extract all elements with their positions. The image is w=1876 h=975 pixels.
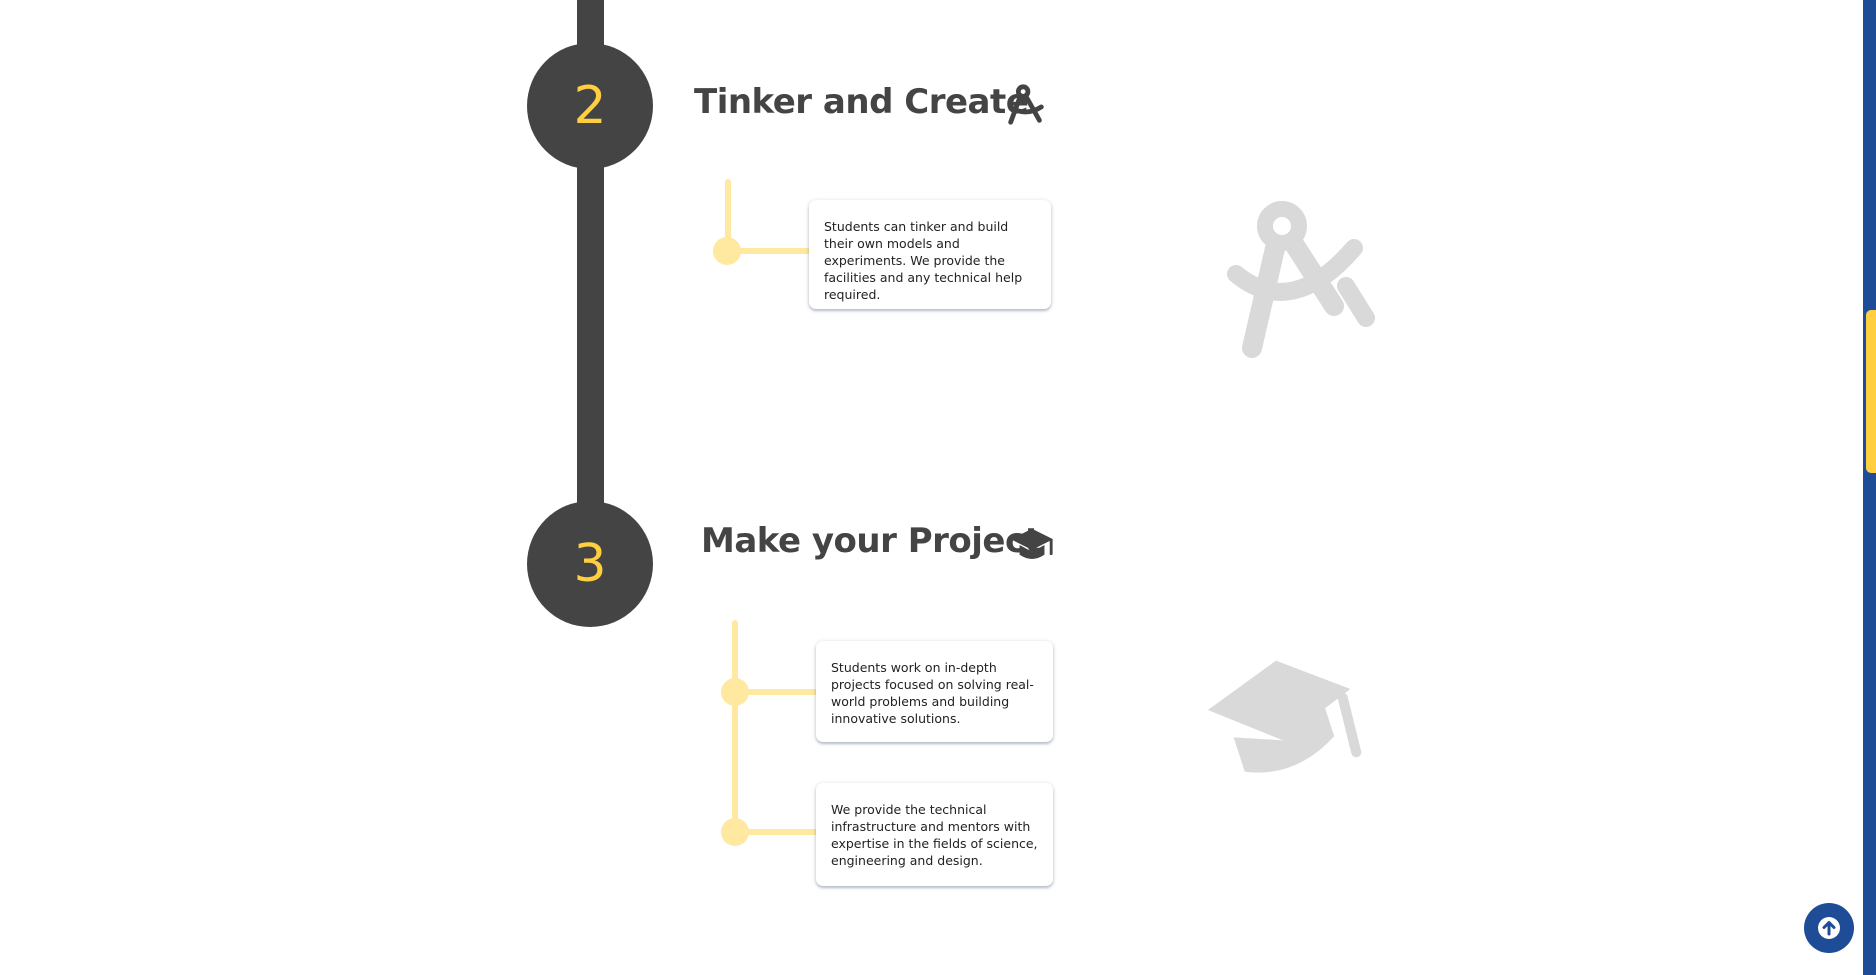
scroll-thumb[interactable] <box>1866 310 1876 473</box>
graduation-cap-icon <box>1009 523 1055 569</box>
step-number-badge: 3 <box>527 501 653 627</box>
branch-node <box>713 237 741 265</box>
branch-node <box>721 818 749 846</box>
branch-connector <box>732 620 738 834</box>
graduation-cap-icon <box>1195 640 1365 790</box>
step-number-badge: 2 <box>527 43 653 169</box>
drafting-compass-icon <box>1003 82 1049 128</box>
page-scroll-track[interactable] <box>1863 0 1876 975</box>
timeline-page: 2 Tinker and Create Students can tinker … <box>0 0 1876 975</box>
info-card: Students can tinker and build their own … <box>809 200 1051 309</box>
info-card: We provide the technical infrastructure … <box>816 783 1053 886</box>
branch-node <box>721 678 749 706</box>
card-text: We provide the technical infrastructure … <box>831 802 1038 868</box>
drafting-compass-icon <box>1222 198 1382 358</box>
step-title: Make your Project <box>701 521 1041 561</box>
step-number: 2 <box>573 76 607 136</box>
step-number: 3 <box>573 534 607 594</box>
step-title: Tinker and Create <box>694 82 1029 122</box>
card-text: Students work on in-depth projects focus… <box>831 660 1034 726</box>
back-to-top-button[interactable] <box>1804 903 1854 953</box>
card-text: Students can tinker and build their own … <box>824 219 1023 302</box>
arrow-up-circle-icon <box>1816 915 1842 941</box>
info-card: Students work on in-depth projects focus… <box>816 641 1053 742</box>
